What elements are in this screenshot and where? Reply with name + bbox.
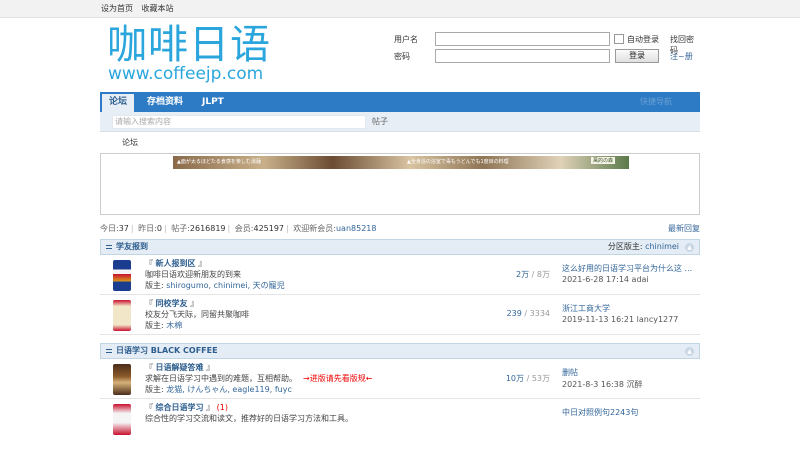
set-homepage-link[interactable]: 设为首页 <box>101 4 133 13</box>
latest-reply-link[interactable]: 最新回复 <box>668 221 700 237</box>
quick-nav[interactable]: 快捷导航 <box>640 92 672 112</box>
site-header: 咖啡日语 www.coffeejp.com 用户名 自动登录 找回密码 密码 登… <box>100 18 700 92</box>
auto-login-checkbox[interactable] <box>614 34 624 44</box>
forum-desc: 咖啡日语欢迎新朋友的到来 <box>145 270 241 279</box>
today-count: 37 <box>118 224 129 233</box>
top-bar: 设为首页 收藏本站 <box>0 0 800 18</box>
category-header: 学友报到 分区版主: chinimei ▲ <box>100 239 700 255</box>
ad-box: ▲面が太るほどたる食感を楽しむ湯麺 ▲全身浴の浴室で毒もうどんでも1度目の料理 … <box>100 153 700 215</box>
username-label: 用户名 <box>394 35 418 44</box>
post-count: 3334 <box>529 309 550 318</box>
forum-can-icon[interactable] <box>113 300 131 331</box>
members-count: 425197 <box>253 224 285 233</box>
category-icon <box>106 245 112 249</box>
breadcrumb[interactable]: 论坛 <box>100 132 700 153</box>
search-bar: 请输入搜索内容 帖子 <box>100 112 700 132</box>
category-title[interactable]: 学友报到 <box>116 240 148 254</box>
forum-can-icon[interactable] <box>113 364 131 395</box>
password-input[interactable] <box>435 49 610 63</box>
login-form: 用户名 自动登录 找回密码 密码 登录 注~册 <box>392 32 700 72</box>
ad-brand: 萬的の森 <box>591 157 616 164</box>
thread-count: 2万 <box>516 270 530 279</box>
forum-row: 『 新人报到区 』 咖啡日语欢迎新朋友的到来 版主: shirogumo, ch… <box>100 255 700 295</box>
collapse-icon[interactable]: ▲ <box>685 347 694 356</box>
last-post-date: 2021-8-3 16:38 沉醉 <box>562 380 643 389</box>
forum-name[interactable]: 同校学友 <box>156 299 188 308</box>
forum-name[interactable]: 日语解疑答难 <box>156 363 204 372</box>
post-count: 53万 <box>531 374 550 383</box>
main-nav: 论坛 存档资料 JLPT 快捷导航 <box>100 92 700 112</box>
last-post-date: 2019-11-13 16:21 lancy1277 <box>562 315 679 324</box>
auto-login-label: 自动登录 <box>627 35 659 44</box>
search-input[interactable]: 请输入搜索内容 <box>112 115 366 129</box>
tab-archive[interactable]: 存档资料 <box>147 92 183 112</box>
bookmark-link[interactable]: 收藏本站 <box>142 4 174 13</box>
category-title[interactable]: 日语学习 BLACK COFFEE <box>116 344 218 358</box>
thread-count: 239 <box>506 309 522 318</box>
category-icon <box>106 349 112 353</box>
forum-row: 『 同校学友 』 校友分飞天际，同留共聚咖啡 版主: 木棉 239 / 3334… <box>100 295 700 335</box>
ad-text-right: ▲全身浴の浴室で毒もうどんでも1度目の料理 <box>407 159 509 165</box>
forum-desc: 求解在日语学习中遇到的难题，互相帮助。 <box>145 374 297 383</box>
ad-text-left: ▲面が太るほどたる食感を楽しむ湯麺 <box>177 159 261 165</box>
ad-banner[interactable]: ▲面が太るほどたる食感を楽しむ湯麺 ▲全身浴の浴室で毒もうどんでも1度目の料理 … <box>173 156 629 169</box>
last-post-link[interactable]: 删帖 <box>562 367 578 378</box>
category-header: 日语学习 BLACK COFFEE ▲ <box>100 343 700 359</box>
forum-desc: 校友分飞天际，同留共聚咖啡 <box>145 310 249 319</box>
tab-jlpt[interactable]: JLPT <box>202 92 224 112</box>
password-label: 密码 <box>394 52 410 61</box>
forum-stats: 今日:37 | 昨日:0 | 帖子:2616819 | 会员:425197 | 欢迎新会… <box>100 221 700 237</box>
posts-count: 2616819 <box>189 224 226 233</box>
forum-can-icon[interactable] <box>113 404 131 435</box>
post-count: 8万 <box>536 270 550 279</box>
login-button[interactable]: 登录 <box>615 49 659 63</box>
collapse-icon[interactable]: ▲ <box>685 243 694 252</box>
yesterday-count: 0 <box>156 224 162 233</box>
last-post-link[interactable]: 浙江工商大学 <box>562 303 610 314</box>
thread-count: 10万 <box>505 374 525 383</box>
forum-row: 『 日语解疑答难 』 求解在日语学习中遇到的难题，互相帮助。 →进版请先看版规← … <box>100 359 700 399</box>
new-post-badge: (1) <box>216 403 228 412</box>
forum-name[interactable]: 新人报到区 <box>156 259 196 268</box>
rules-notice[interactable]: →进版请先看版规← <box>303 374 372 383</box>
forum-name[interactable]: 综合日语学习 <box>156 403 204 412</box>
site-url[interactable]: www.coffeejp.com <box>108 64 263 84</box>
category-moderator: 分区版主: chinimei <box>607 242 679 251</box>
forum-moderators[interactable]: shirogumo, chinimei, 天の寵児 <box>166 281 284 290</box>
category-moderator-link[interactable]: chinimei <box>645 242 679 251</box>
newest-member-link[interactable]: uan85218 <box>336 224 377 233</box>
tab-forum[interactable]: 论坛 <box>102 92 134 112</box>
forum-desc: 综合性的学习交流和读文，推荐好的日语学习方法和工具。 <box>145 414 353 423</box>
site-logo[interactable]: 咖啡日语 <box>107 22 271 68</box>
last-post-link[interactable]: 这么好用的日语学习平台为什么这 ... <box>562 263 692 274</box>
register-link[interactable]: 注~册 <box>670 51 693 62</box>
last-post-date: 2021-6-28 17:14 adai <box>562 275 649 284</box>
forum-can-icon[interactable] <box>113 260 131 291</box>
username-input[interactable] <box>435 32 610 46</box>
forum-moderators[interactable]: 木棉 <box>166 321 182 330</box>
forum-moderators[interactable]: 龙猫, けんちゃん, eagle119, fuyc <box>166 385 292 394</box>
last-post-link[interactable]: 中日对照例句2243句 <box>562 407 638 418</box>
forum-row: 『 综合日语学习 』 (1) 综合性的学习交流和读文，推荐好的日语学习方法和工具… <box>100 399 700 439</box>
search-type-button[interactable]: 帖子 <box>372 112 388 132</box>
